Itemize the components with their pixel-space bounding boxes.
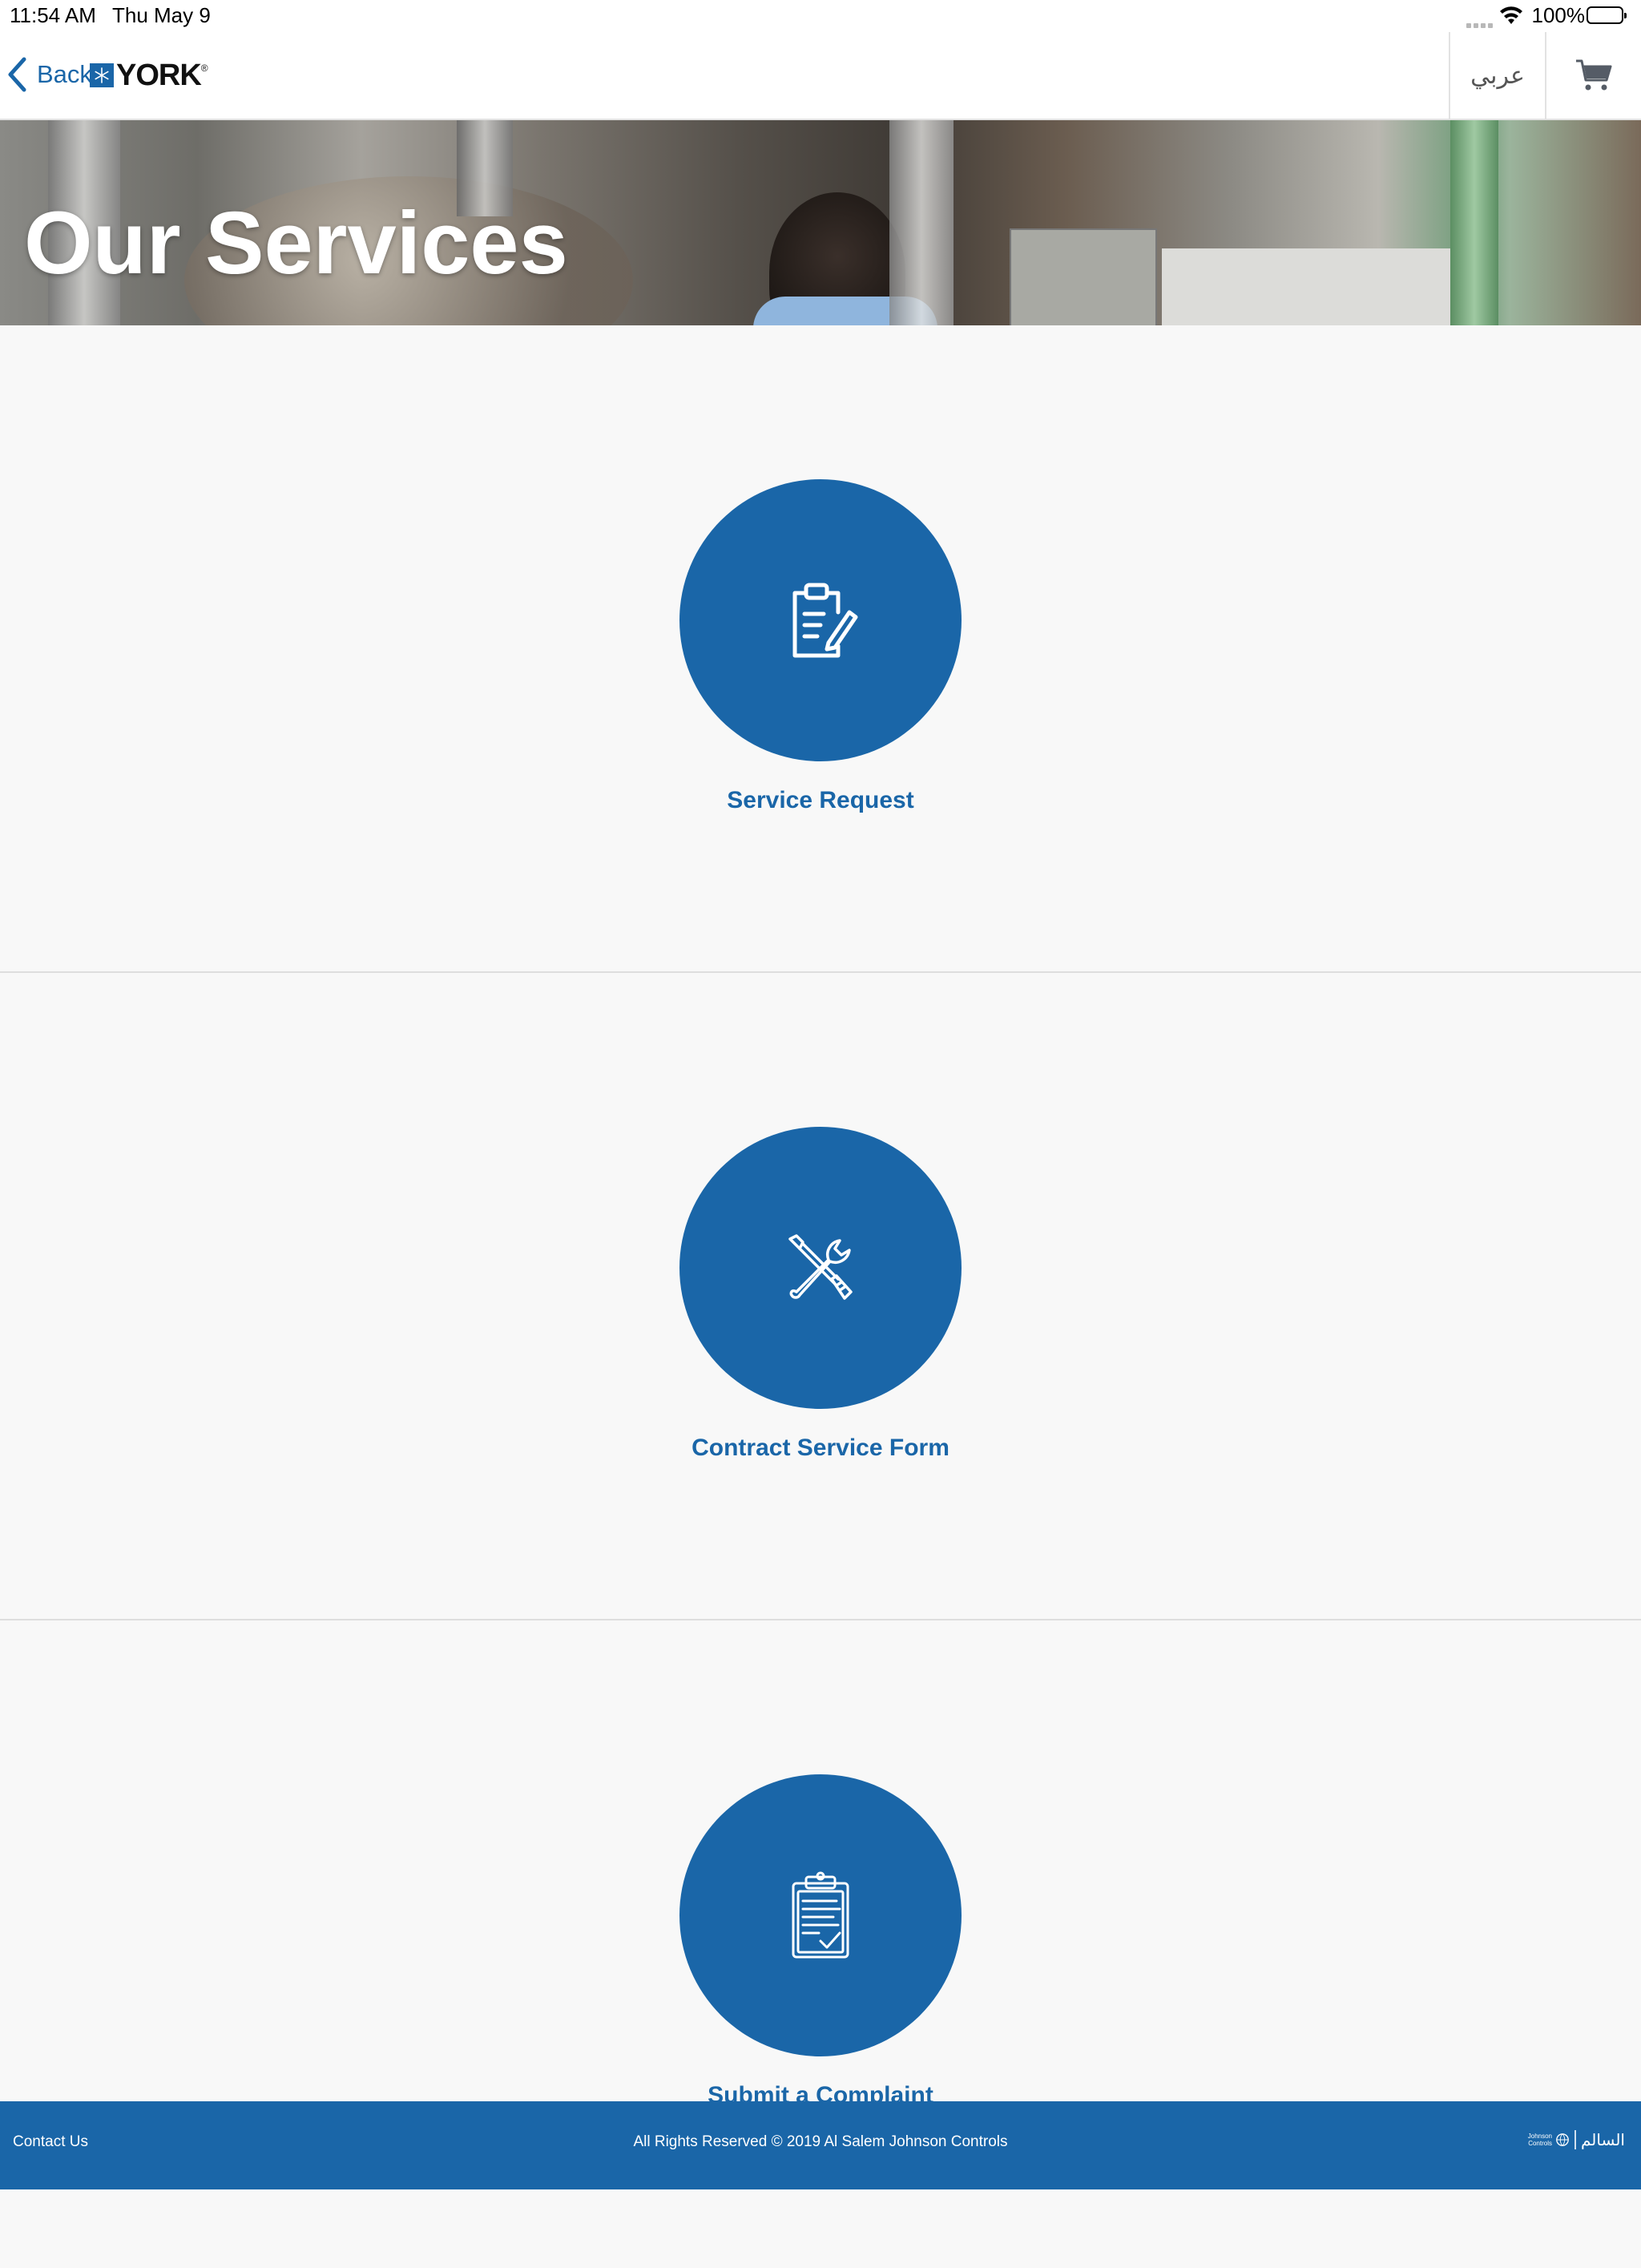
contract-service-form-button[interactable] (679, 1127, 962, 1409)
clipboard-check-icon (792, 1871, 849, 1959)
clipboard-edit-icon (792, 583, 858, 658)
service-item-contract-service-form: Contract Service Form (0, 973, 1641, 1620)
wifi-icon (1500, 6, 1522, 24)
status-time: 11:54 AM (10, 3, 96, 27)
york-logo: YORK ® (90, 58, 208, 92)
logo-line-1: Johnson (1527, 2133, 1552, 2140)
york-logo-text: YORK (116, 58, 202, 92)
wrench-screwdriver-icon (788, 1234, 853, 1300)
battery-percent: 100% (1531, 3, 1586, 27)
johnson-controls-globe-icon (1556, 2133, 1569, 2146)
york-logo-registered: ® (200, 63, 208, 74)
cart-icon (1576, 59, 1612, 91)
submit-complaint-button[interactable] (679, 1774, 962, 2056)
copyright-text: All Rights Reserved © 2019 Al Salem John… (633, 2133, 1008, 2150)
battery-icon (1587, 6, 1627, 24)
chevron-left-icon (8, 57, 26, 92)
footer: Contact Us All Rights Reserved © 2019 Al… (0, 2101, 1641, 2189)
logo-divider (1574, 2130, 1576, 2149)
logo-line-2: Controls (1528, 2140, 1552, 2147)
service-item-service-request: Service Request (0, 325, 1641, 973)
language-toggle-button[interactable]: عربي (1449, 32, 1545, 119)
al-salem-arabic-text: السالم (1581, 2130, 1625, 2149)
cart-button[interactable] (1545, 32, 1641, 119)
contract-service-form-label[interactable]: Contract Service Form (0, 1435, 1641, 1462)
hero-banner: Our Services (0, 120, 1641, 325)
navigation-bar: Back YORK ® عربي (0, 32, 1641, 120)
page-title: Our Services (24, 194, 568, 293)
service-request-button[interactable] (679, 479, 962, 761)
cellular-signal-icon (1466, 18, 1497, 28)
al-salem-johnson-controls-logo: Johnson Controls السالم (1528, 2130, 1625, 2149)
back-label: Back (37, 60, 92, 88)
service-request-label[interactable]: Service Request (0, 787, 1641, 814)
snowflake-icon (90, 63, 114, 87)
status-date: Thu May 9 (112, 3, 211, 27)
status-bar: 11:54 AM Thu May 9 100% (0, 0, 1641, 32)
johnson-controls-logo-text: Johnson Controls (1528, 2133, 1552, 2147)
back-button[interactable]: Back (6, 54, 92, 95)
